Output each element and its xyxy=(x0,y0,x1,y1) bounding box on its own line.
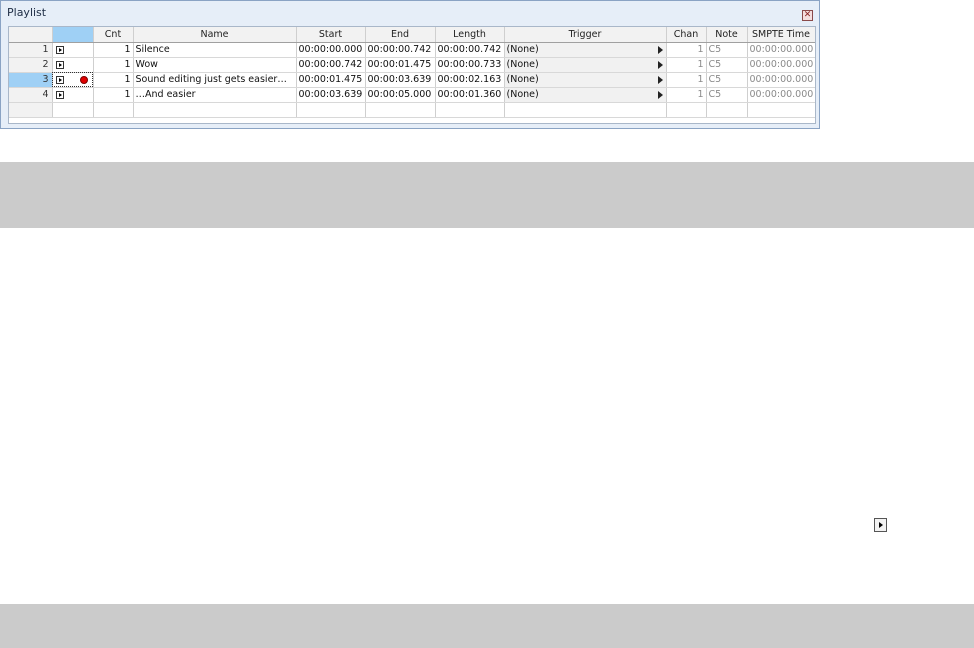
row-number[interactable]: 2 xyxy=(9,57,53,73)
trigger-cell[interactable]: (None) xyxy=(504,72,667,88)
column-header-end[interactable]: End xyxy=(365,27,436,43)
gray-band-top xyxy=(0,162,974,228)
smpte-cell[interactable]: 00:00:00.000 xyxy=(747,42,815,58)
empty-cell xyxy=(365,102,436,118)
empty-cell xyxy=(666,102,707,118)
table-row[interactable]: 1 1 Silence 00:00:00.000 00:00:00.742 00… xyxy=(9,42,815,58)
cnt-cell[interactable]: 1 xyxy=(93,42,134,58)
note-cell[interactable]: C5 xyxy=(706,57,748,73)
empty-cell xyxy=(706,102,748,118)
end-cell[interactable]: 00:00:01.475 xyxy=(365,57,436,73)
cnt-cell[interactable]: 1 xyxy=(93,72,134,88)
window-title: Playlist xyxy=(7,6,47,19)
empty-cell xyxy=(435,102,505,118)
row-control-cell[interactable] xyxy=(52,57,94,73)
column-header-control[interactable] xyxy=(52,27,94,43)
column-header-name[interactable]: Name xyxy=(133,27,297,43)
cnt-cell[interactable]: 1 xyxy=(93,87,134,103)
record-dot-icon[interactable] xyxy=(79,75,88,84)
gray-band-bottom xyxy=(0,604,974,648)
triangle-right-icon[interactable] xyxy=(657,90,663,99)
empty-cell xyxy=(296,102,366,118)
chan-cell[interactable]: 1 xyxy=(666,57,707,73)
table-row[interactable]: 4 1 …And easier 00:00:03.639 00:00:05.00… xyxy=(9,87,815,103)
empty-row-number xyxy=(9,102,53,118)
empty-cell xyxy=(133,102,297,118)
note-cell[interactable]: C5 xyxy=(706,42,748,58)
start-cell[interactable]: 00:00:01.475 xyxy=(296,72,366,88)
start-cell[interactable]: 00:00:00.742 xyxy=(296,57,366,73)
name-cell[interactable]: Silence xyxy=(133,42,297,58)
row-number[interactable]: 4 xyxy=(9,87,53,103)
trigger-value: (None) xyxy=(506,59,539,70)
empty-row[interactable] xyxy=(9,102,815,118)
name-cell[interactable]: Wow xyxy=(133,57,297,73)
length-cell[interactable]: 00:00:01.360 xyxy=(435,87,505,103)
chan-cell[interactable]: 1 xyxy=(666,72,707,88)
smpte-cell[interactable]: 00:00:00.000 xyxy=(747,72,815,88)
triangle-right-icon[interactable] xyxy=(657,75,663,84)
column-header-cnt[interactable]: Cnt xyxy=(93,27,134,43)
playlist-grid[interactable]: Cnt Name Start End Length Trigger Chan N… xyxy=(8,26,816,124)
play-button-icon[interactable] xyxy=(55,60,64,69)
triangle-right-icon[interactable] xyxy=(657,60,663,69)
empty-cell xyxy=(93,102,134,118)
trigger-cell[interactable]: (None) xyxy=(504,87,667,103)
row-control-cell[interactable] xyxy=(52,72,94,88)
play-button-icon[interactable] xyxy=(874,518,887,532)
name-cell[interactable]: …And easier xyxy=(133,87,297,103)
length-cell[interactable]: 00:00:02.163 xyxy=(435,72,505,88)
start-cell[interactable]: 00:00:00.000 xyxy=(296,42,366,58)
trigger-cell[interactable]: (None) xyxy=(504,42,667,58)
length-cell[interactable]: 00:00:00.733 xyxy=(435,57,505,73)
end-cell[interactable]: 00:00:05.000 xyxy=(365,87,436,103)
play-button-icon[interactable] xyxy=(55,45,64,54)
end-cell[interactable]: 00:00:00.742 xyxy=(365,42,436,58)
trigger-cell[interactable]: (None) xyxy=(504,57,667,73)
trigger-value: (None) xyxy=(506,74,539,85)
close-icon[interactable]: ✕ xyxy=(802,10,813,21)
start-cell[interactable]: 00:00:03.639 xyxy=(296,87,366,103)
name-cell[interactable]: Sound editing just gets easier… xyxy=(133,72,297,88)
row-control-cell[interactable] xyxy=(52,42,94,58)
note-cell[interactable]: C5 xyxy=(706,72,748,88)
trigger-value: (None) xyxy=(506,89,539,100)
column-header-chan[interactable]: Chan xyxy=(666,27,707,43)
trigger-value: (None) xyxy=(506,44,539,55)
play-button-icon[interactable] xyxy=(55,75,64,84)
play-button-icon[interactable] xyxy=(55,90,64,99)
playlist-window: Playlist ✕ Cnt Name Start End Length Tri… xyxy=(0,0,820,129)
playlist-table: Cnt Name Start End Length Trigger Chan N… xyxy=(9,27,815,118)
corner-header[interactable] xyxy=(9,27,53,43)
column-header-smpte[interactable]: SMPTE Time xyxy=(747,27,815,43)
end-cell[interactable]: 00:00:03.639 xyxy=(365,72,436,88)
length-cell[interactable]: 00:00:00.742 xyxy=(435,42,505,58)
chan-cell[interactable]: 1 xyxy=(666,42,707,58)
table-row-selected[interactable]: 3 1 Sound editing just gets easier… 00:0… xyxy=(9,72,815,88)
chan-cell[interactable]: 1 xyxy=(666,87,707,103)
empty-cell xyxy=(747,102,815,118)
row-number[interactable]: 3 xyxy=(9,72,53,88)
empty-cell xyxy=(504,102,667,118)
column-header-trigger[interactable]: Trigger xyxy=(504,27,667,43)
triangle-right-icon[interactable] xyxy=(657,45,663,54)
column-header-note[interactable]: Note xyxy=(706,27,748,43)
row-number[interactable]: 1 xyxy=(9,42,53,58)
table-row[interactable]: 2 1 Wow 00:00:00.742 00:00:01.475 00:00:… xyxy=(9,57,815,73)
column-header-start[interactable]: Start xyxy=(296,27,366,43)
smpte-cell[interactable]: 00:00:00.000 xyxy=(747,57,815,73)
row-control-cell[interactable] xyxy=(52,87,94,103)
column-header-length[interactable]: Length xyxy=(435,27,505,43)
note-cell[interactable]: C5 xyxy=(706,87,748,103)
empty-cell xyxy=(52,102,94,118)
cnt-cell[interactable]: 1 xyxy=(93,57,134,73)
smpte-cell[interactable]: 00:00:00.000 xyxy=(747,87,815,103)
